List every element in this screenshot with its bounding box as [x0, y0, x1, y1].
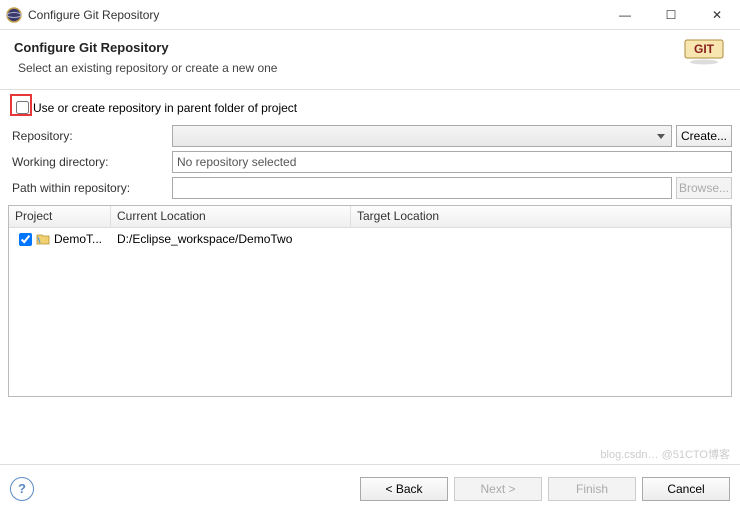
git-logo-icon: GIT — [682, 38, 726, 66]
eclipse-icon — [6, 7, 22, 23]
col-target-location[interactable]: Target Location — [351, 206, 731, 227]
back-button[interactable]: < Back — [360, 477, 448, 501]
path-within-repo-label: Path within repository: — [8, 181, 172, 195]
help-button[interactable]: ? — [10, 477, 34, 501]
col-current-location[interactable]: Current Location — [111, 206, 351, 227]
minimize-button[interactable]: — — [602, 0, 648, 30]
project-row-checkbox[interactable] — [19, 233, 32, 246]
close-button[interactable]: ✕ — [694, 0, 740, 30]
working-directory-field: No repository selected — [172, 151, 732, 173]
browse-button: Browse... — [676, 177, 732, 199]
use-parent-label: Use or create repository in parent folde… — [33, 101, 297, 115]
use-parent-checkbox-row: Use or create repository in parent folde… — [12, 98, 732, 117]
project-current-location: D:/Eclipse_workspace/DemoTwo — [111, 230, 351, 248]
table-header: Project Current Location Target Location — [9, 206, 731, 228]
titlebar: Configure Git Repository — ☐ ✕ — [0, 0, 740, 30]
page-subtitle: Select an existing repository or create … — [18, 61, 726, 75]
project-target-location — [351, 237, 731, 241]
svg-text:GIT: GIT — [694, 42, 715, 56]
use-parent-checkbox[interactable] — [16, 101, 29, 114]
path-within-repo-field[interactable] — [172, 177, 672, 199]
next-button: Next > — [454, 477, 542, 501]
table-row[interactable]: DemoT... D:/Eclipse_workspace/DemoTwo — [9, 228, 731, 250]
projects-table: Project Current Location Target Location… — [8, 205, 732, 397]
repository-combo[interactable] — [172, 125, 672, 147]
page-title: Configure Git Repository — [14, 40, 726, 55]
repository-label: Repository: — [8, 129, 172, 143]
button-bar: ? < Back Next > Finish Cancel — [0, 464, 740, 512]
window-title: Configure Git Repository — [28, 8, 602, 22]
finish-button: Finish — [548, 477, 636, 501]
project-name: DemoT... — [54, 232, 102, 246]
col-project[interactable]: Project — [9, 206, 111, 227]
dialog-body: Use or create repository in parent folde… — [0, 90, 740, 397]
working-directory-label: Working directory: — [8, 155, 172, 169]
watermark: blog.csdn… @51CTO博客 — [600, 446, 730, 462]
create-button[interactable]: Create... — [676, 125, 732, 147]
cancel-button[interactable]: Cancel — [642, 477, 730, 501]
folder-icon — [36, 233, 50, 245]
dialog-header: Configure Git Repository Select an exist… — [0, 30, 740, 90]
maximize-button[interactable]: ☐ — [648, 0, 694, 30]
